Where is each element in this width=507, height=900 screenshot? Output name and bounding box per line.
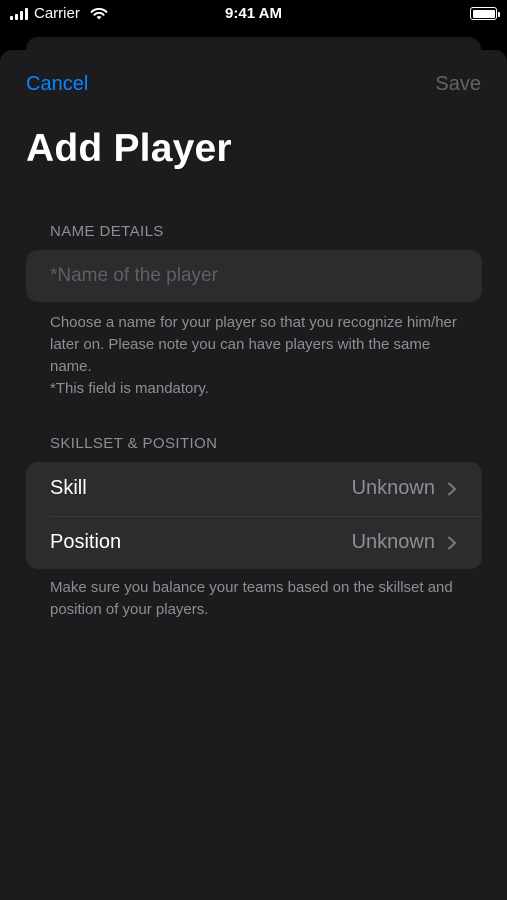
navigation-bar: Cancel Save [0, 50, 507, 120]
save-button[interactable]: Save [435, 73, 481, 96]
page-title: Add Player [26, 127, 232, 170]
skill-row-value: Unknown [351, 477, 435, 500]
add-player-sheet: Cancel Save Add Player NAME DETAILS Choo… [0, 50, 507, 900]
skillset-position-header: SKILLSET & POSITION [50, 435, 218, 452]
skill-row[interactable]: Skill Unknown [26, 462, 482, 516]
status-bar: Carrier 9:41 AM [0, 0, 507, 30]
name-details-footer-text: Choose a name for your player so that yo… [50, 314, 457, 397]
position-row[interactable]: Position Unknown [26, 515, 482, 570]
cancel-button[interactable]: Cancel [26, 73, 88, 96]
player-name-input[interactable] [26, 250, 482, 302]
chevron-right-icon [448, 536, 456, 549]
chevron-right-icon [448, 482, 456, 496]
position-row-label: Position [50, 530, 122, 553]
skill-row-label: Skill [50, 477, 87, 500]
skillset-position-list: Skill Unknown Position Unknown [26, 462, 482, 569]
skillset-position-footer: Make sure you balance your teams based o… [50, 579, 453, 618]
status-time: 9:41 AM [225, 5, 282, 22]
position-row-value: Unknown [351, 530, 435, 553]
name-details-header: NAME DETAILS [50, 223, 164, 240]
screen: Carrier 9:41 AM Cancel Save Add Player N… [0, 0, 507, 900]
name-details-footer: Choose a name for your player so that yo… [50, 312, 470, 400]
battery-icon [470, 7, 500, 20]
